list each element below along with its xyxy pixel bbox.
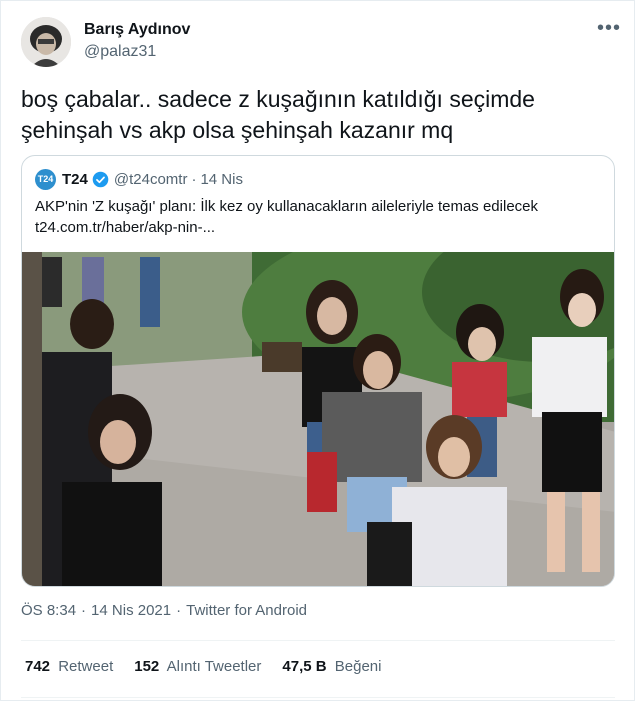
more-options-icon[interactable]: •••: [597, 17, 621, 40]
verified-badge-icon: [92, 171, 109, 187]
quoted-tweet-header: T24 T24 @t24comtr · 14 Nis: [35, 168, 243, 190]
quoted-date[interactable]: 14 Nis: [200, 171, 243, 188]
avatar-photo: [21, 17, 71, 67]
quoted-tweet-photo[interactable]: [22, 252, 615, 587]
tweet-text: boş çabalar.. sadece z kuşağının katıldı…: [21, 84, 616, 146]
tweet-text-line: boş çabalar.. sadece z kuşağının katıldı…: [21, 86, 535, 112]
retweets-stat[interactable]: 742 Retweet: [25, 658, 113, 675]
author-handle[interactable]: @palaz31: [84, 43, 156, 61]
tweet-source[interactable]: Twitter for Android: [186, 602, 307, 619]
tweet-time[interactable]: ÖS 8:34: [21, 602, 76, 619]
divider: [21, 640, 615, 641]
divider: [21, 697, 615, 698]
separator-dot: ·: [176, 602, 182, 619]
retweets-count: 742: [25, 658, 51, 675]
retweets-label: Retweet: [58, 658, 114, 675]
author-name[interactable]: Barış Aydınov: [84, 21, 190, 39]
quote-tweets-stat[interactable]: 152 Alıntı Tweetler: [134, 658, 261, 675]
tweet-meta: ÖS 8:34 · 14 Nis 2021 · Twitter for Andr…: [21, 602, 312, 619]
likes-label: Beğeni: [334, 658, 382, 675]
quote-tweets-count: 152: [134, 658, 160, 675]
tweet-date[interactable]: 14 Nis 2021: [91, 602, 171, 619]
tweet-header: Barış Aydınov @palaz31 •••: [21, 17, 621, 69]
quote-tweets-label: Alıntı Tweetler: [166, 658, 262, 675]
tweet-text-line: şehinşah vs akp olsa şehinşah kazanır mq: [21, 117, 454, 143]
quoted-text-line: AKP'nin 'Z kuşağı' planı: İlk kez oy kul…: [35, 198, 538, 215]
quoted-link[interactable]: t24.com.tr/haber/akp-nin-...: [35, 217, 605, 238]
separator-dot: ·: [81, 602, 87, 619]
separator-dot: ·: [191, 170, 197, 188]
quoted-tweet[interactable]: T24 T24 @t24comtr · 14 Nis AKP'nin 'Z ku…: [21, 155, 615, 587]
likes-stat[interactable]: 47,5 B Beğeni: [282, 658, 381, 675]
likes-count: 47,5 B: [282, 658, 327, 675]
tweet-stats: 742 Retweet 152 Alıntı Tweetler 47,5 B B…: [25, 658, 402, 675]
t24-logo-avatar[interactable]: T24: [35, 168, 56, 190]
quoted-author-name[interactable]: T24: [62, 171, 88, 188]
author-avatar[interactable]: [21, 17, 71, 67]
quoted-author-handle[interactable]: @t24comtr: [114, 171, 188, 188]
tweet-card: Barış Aydınov @palaz31 ••• boş çabalar..…: [0, 0, 635, 701]
quoted-tweet-text: AKP'nin 'Z kuşağı' planı: İlk kez oy kul…: [35, 196, 605, 238]
